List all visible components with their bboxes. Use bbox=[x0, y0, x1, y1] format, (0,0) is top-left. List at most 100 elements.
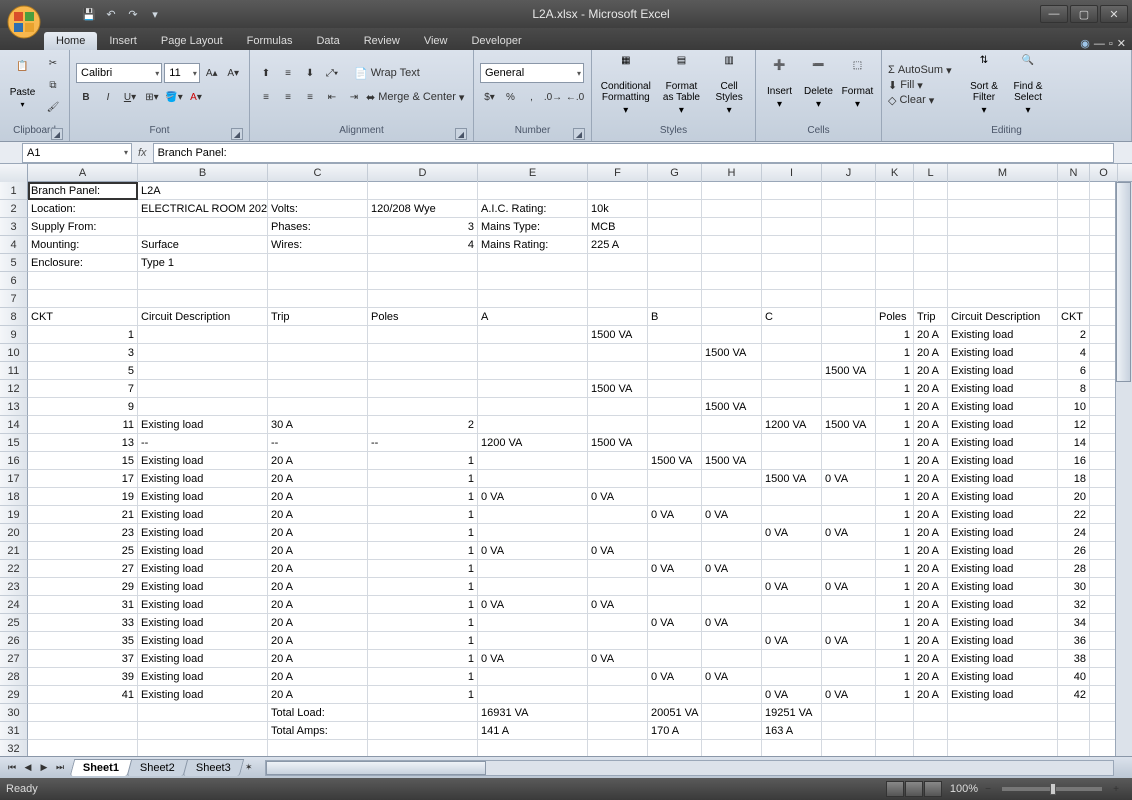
cell-N32[interactable] bbox=[1058, 740, 1090, 756]
cell-N19[interactable]: 22 bbox=[1058, 506, 1090, 524]
cell-A6[interactable] bbox=[28, 272, 138, 290]
cell-A16[interactable]: 15 bbox=[28, 452, 138, 470]
cell-F24[interactable]: 0 VA bbox=[588, 596, 648, 614]
cell-G8[interactable]: B bbox=[648, 308, 702, 326]
prev-sheet-icon[interactable]: ◀ bbox=[20, 760, 36, 776]
ribbon-tab-formulas[interactable]: Formulas bbox=[235, 32, 305, 50]
cell-A29[interactable]: 41 bbox=[28, 686, 138, 704]
cell-K25[interactable]: 1 bbox=[876, 614, 914, 632]
cell-J29[interactable]: 0 VA bbox=[822, 686, 876, 704]
cell-O11[interactable] bbox=[1090, 362, 1118, 380]
cell-N1[interactable] bbox=[1058, 182, 1090, 200]
cell-J25[interactable] bbox=[822, 614, 876, 632]
cell-K6[interactable] bbox=[876, 272, 914, 290]
cell-N16[interactable]: 16 bbox=[1058, 452, 1090, 470]
cell-C30[interactable]: Total Load: bbox=[268, 704, 368, 722]
cell-L5[interactable] bbox=[914, 254, 948, 272]
cell-G28[interactable]: 0 VA bbox=[648, 668, 702, 686]
cell-G7[interactable] bbox=[648, 290, 702, 308]
cell-G17[interactable] bbox=[648, 470, 702, 488]
cell-H19[interactable]: 0 VA bbox=[702, 506, 762, 524]
cell-A14[interactable]: 11 bbox=[28, 416, 138, 434]
cell-I1[interactable] bbox=[762, 182, 822, 200]
cell-D3[interactable]: 3 bbox=[368, 218, 478, 236]
cell-B23[interactable]: Existing load bbox=[138, 578, 268, 596]
cell-K18[interactable]: 1 bbox=[876, 488, 914, 506]
cell-A8[interactable]: CKT bbox=[28, 308, 138, 326]
cell-O16[interactable] bbox=[1090, 452, 1118, 470]
cell-D18[interactable]: 1 bbox=[368, 488, 478, 506]
column-header-H[interactable]: H bbox=[702, 164, 762, 182]
cell-B24[interactable]: Existing load bbox=[138, 596, 268, 614]
cell-D6[interactable] bbox=[368, 272, 478, 290]
cell-M12[interactable]: Existing load bbox=[948, 380, 1058, 398]
cell-B28[interactable]: Existing load bbox=[138, 668, 268, 686]
format-cells-button[interactable]: ⬚Format▾ bbox=[840, 52, 875, 118]
cell-E22[interactable] bbox=[478, 560, 588, 578]
cell-O26[interactable] bbox=[1090, 632, 1118, 650]
cell-H6[interactable] bbox=[702, 272, 762, 290]
cell-H5[interactable] bbox=[702, 254, 762, 272]
cell-I2[interactable] bbox=[762, 200, 822, 218]
cell-B22[interactable]: Existing load bbox=[138, 560, 268, 578]
cell-J18[interactable] bbox=[822, 488, 876, 506]
cell-J1[interactable] bbox=[822, 182, 876, 200]
cell-G1[interactable] bbox=[648, 182, 702, 200]
row-header-20[interactable]: 20 bbox=[0, 524, 28, 542]
cell-C10[interactable] bbox=[268, 344, 368, 362]
cell-M2[interactable] bbox=[948, 200, 1058, 218]
cell-I30[interactable]: 19251 VA bbox=[762, 704, 822, 722]
cell-E8[interactable]: A bbox=[478, 308, 588, 326]
cell-I6[interactable] bbox=[762, 272, 822, 290]
cell-L22[interactable]: 20 A bbox=[914, 560, 948, 578]
cell-M3[interactable] bbox=[948, 218, 1058, 236]
cell-F15[interactable]: 1500 VA bbox=[588, 434, 648, 452]
row-header-22[interactable]: 22 bbox=[0, 560, 28, 578]
paste-button[interactable]: 📋 Paste ▾ bbox=[6, 52, 39, 118]
cell-I7[interactable] bbox=[762, 290, 822, 308]
cell-I8[interactable]: C bbox=[762, 308, 822, 326]
row-header-32[interactable]: 32 bbox=[0, 740, 28, 756]
cell-N4[interactable] bbox=[1058, 236, 1090, 254]
cell-A3[interactable]: Supply From: bbox=[28, 218, 138, 236]
ribbon-tab-review[interactable]: Review bbox=[352, 32, 412, 50]
cell-G32[interactable] bbox=[648, 740, 702, 756]
cell-L29[interactable]: 20 A bbox=[914, 686, 948, 704]
align-bottom-icon[interactable]: ⬇ bbox=[300, 63, 320, 83]
cell-L26[interactable]: 20 A bbox=[914, 632, 948, 650]
last-sheet-icon[interactable]: ⏭ bbox=[52, 760, 68, 776]
cell-O5[interactable] bbox=[1090, 254, 1118, 272]
cell-E17[interactable] bbox=[478, 470, 588, 488]
align-left-icon[interactable]: ≡ bbox=[256, 87, 276, 107]
currency-icon[interactable]: $▾ bbox=[480, 87, 499, 107]
cell-J8[interactable] bbox=[822, 308, 876, 326]
cell-H17[interactable] bbox=[702, 470, 762, 488]
cell-A10[interactable]: 3 bbox=[28, 344, 138, 362]
cell-B18[interactable]: Existing load bbox=[138, 488, 268, 506]
cell-D26[interactable]: 1 bbox=[368, 632, 478, 650]
cell-H20[interactable] bbox=[702, 524, 762, 542]
cell-D27[interactable]: 1 bbox=[368, 650, 478, 668]
redo-icon[interactable]: ↷ bbox=[124, 5, 142, 23]
cell-D13[interactable] bbox=[368, 398, 478, 416]
cell-O22[interactable] bbox=[1090, 560, 1118, 578]
cell-N14[interactable]: 12 bbox=[1058, 416, 1090, 434]
cell-N18[interactable]: 20 bbox=[1058, 488, 1090, 506]
column-header-O[interactable]: O bbox=[1090, 164, 1118, 182]
cell-F19[interactable] bbox=[588, 506, 648, 524]
cell-K26[interactable]: 1 bbox=[876, 632, 914, 650]
cell-N24[interactable]: 32 bbox=[1058, 596, 1090, 614]
cell-N28[interactable]: 40 bbox=[1058, 668, 1090, 686]
cell-L19[interactable]: 20 A bbox=[914, 506, 948, 524]
cell-B8[interactable]: Circuit Description bbox=[138, 308, 268, 326]
cell-I31[interactable]: 163 A bbox=[762, 722, 822, 740]
row-header-5[interactable]: 5 bbox=[0, 254, 28, 272]
cell-J13[interactable] bbox=[822, 398, 876, 416]
cell-A28[interactable]: 39 bbox=[28, 668, 138, 686]
number-launcher[interactable]: ◢ bbox=[573, 128, 585, 140]
column-header-K[interactable]: K bbox=[876, 164, 914, 182]
cell-F13[interactable] bbox=[588, 398, 648, 416]
cell-I26[interactable]: 0 VA bbox=[762, 632, 822, 650]
cell-E5[interactable] bbox=[478, 254, 588, 272]
cell-K16[interactable]: 1 bbox=[876, 452, 914, 470]
